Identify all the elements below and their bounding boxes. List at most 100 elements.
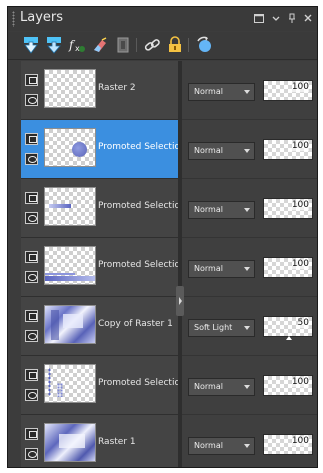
visibility-eye-icon[interactable] (25, 389, 38, 401)
layer-type-icon[interactable] (25, 192, 38, 204)
visibility-eye-icon[interactable] (25, 271, 38, 283)
visibility-eye-icon[interactable] (25, 212, 38, 224)
layer-row-main[interactable]: Promoted Selection (21, 238, 178, 297)
blend-mode-label: Soft Light (194, 323, 233, 332)
layer-row-main[interactable]: Raster 2 (21, 61, 178, 120)
opacity-slider[interactable]: 100 (263, 257, 313, 278)
layer-type-icon[interactable] (25, 428, 38, 440)
layer-row-main[interactable]: Promoted Selection (21, 356, 178, 415)
window-background: Layers fx Raster 2 Normal 100 Promoted S… (0, 0, 323, 473)
layer-type-icon[interactable] (25, 369, 38, 381)
link-icon[interactable] (143, 36, 161, 54)
chevron-down-icon (244, 208, 250, 212)
opacity-value: 100 (291, 436, 309, 446)
blend-mode-dropdown[interactable]: Soft Light (188, 319, 255, 337)
layer-icons (25, 133, 39, 167)
layer-controls: Soft Light 50 (182, 297, 317, 356)
blend-mode-label: Normal (194, 146, 223, 155)
toolbar-separator (136, 38, 137, 52)
layer-controls: Normal 100 (182, 238, 317, 297)
blend-mode-dropdown[interactable]: Normal (188, 437, 255, 455)
layers-list: Raster 2 Normal 100 Promoted Selection N… (8, 61, 317, 467)
blend-mode-label: Normal (194, 205, 223, 214)
layer-row[interactable]: Raster 2 Normal 100 (21, 61, 317, 120)
opacity-value: 100 (291, 82, 309, 92)
chevron-down-icon (244, 267, 250, 271)
layer-name: Copy of Raster 1 (98, 319, 173, 329)
drag-grip-icon[interactable] (12, 11, 15, 27)
layer-row[interactable]: Promoted Selection Normal 100 (21, 238, 317, 297)
blend-mode-dropdown[interactable]: Normal (188, 142, 255, 160)
layer-row[interactable]: Promoted Selection Normal 100 (21, 356, 317, 415)
opacity-slider[interactable]: 50 (263, 316, 313, 340)
blend-mode-dropdown[interactable]: Normal (188, 83, 255, 101)
layer-row-main[interactable]: Promoted Selection (21, 120, 178, 179)
layer-row[interactable]: Promoted Selection Normal 100 (21, 179, 317, 238)
layer-type-icon[interactable] (25, 251, 38, 263)
chevron-down-icon (244, 326, 250, 330)
layer-icons (25, 74, 39, 108)
layer-row-main[interactable]: Raster 1 (21, 415, 178, 467)
panel-title: Layers (20, 10, 64, 25)
close-icon[interactable] (302, 12, 314, 24)
layers-toolbar: fx (8, 32, 317, 60)
visibility-eye-icon[interactable] (25, 153, 38, 165)
layer-icons (25, 192, 39, 226)
layer-icons (25, 369, 39, 403)
layer-icons (25, 310, 39, 344)
layer-controls: Normal 100 (182, 179, 317, 238)
pin-icon[interactable] (286, 12, 298, 24)
eraser-icon[interactable] (91, 36, 109, 54)
layer-type-icon[interactable] (25, 133, 38, 145)
layer-thumbnail (44, 69, 96, 108)
blend-mode-dropdown[interactable]: Normal (188, 201, 255, 219)
opacity-slider[interactable]: 100 (263, 139, 313, 160)
opacity-value: 100 (291, 259, 309, 269)
layer-name: Promoted Selection (98, 260, 178, 270)
layer-icons (25, 428, 39, 462)
opacity-slider[interactable]: 100 (263, 434, 313, 455)
refresh-icon[interactable] (195, 36, 213, 54)
menu-dropdown-icon[interactable] (270, 12, 282, 24)
opacity-value: 100 (291, 200, 309, 210)
layer-thumbnail (44, 246, 96, 285)
opacity-slider[interactable]: 100 (263, 375, 313, 396)
blend-mode-dropdown[interactable]: Normal (188, 260, 255, 278)
layer-row[interactable]: Copy of Raster 1 Soft Light 50 (21, 297, 317, 356)
layer-thumbnail (44, 423, 96, 462)
blend-mode-label: Normal (194, 441, 223, 450)
chevron-down-icon (244, 444, 250, 448)
blend-mode-label: Normal (194, 87, 223, 96)
blend-mode-label: Normal (194, 382, 223, 391)
title-bar[interactable]: Layers (8, 7, 317, 31)
layer-controls: Normal 100 (182, 120, 317, 179)
layer-thumbnail (44, 305, 96, 344)
visibility-eye-icon[interactable] (25, 330, 38, 342)
visibility-eye-icon[interactable] (25, 448, 38, 460)
mask-icon[interactable] (114, 36, 132, 54)
layer-name: Raster 2 (98, 83, 136, 93)
blend-mode-dropdown[interactable]: Normal (188, 378, 255, 396)
column-splitter-handle[interactable] (176, 286, 184, 316)
layer-name: Promoted Selection (98, 201, 178, 211)
maximize-icon[interactable] (253, 12, 265, 24)
layer-thumbnail (44, 187, 96, 226)
layer-row[interactable]: Raster 1 Normal 100 (21, 415, 317, 467)
layer-row-main[interactable]: Copy of Raster 1 (21, 297, 178, 356)
chevron-down-icon (244, 149, 250, 153)
opacity-value: 50 (297, 318, 309, 328)
layer-type-icon[interactable] (25, 310, 38, 322)
layer-row-selected[interactable]: Promoted Selection Normal 100 (21, 120, 317, 179)
new-vector-layer-icon[interactable] (45, 36, 63, 54)
lock-icon[interactable] (166, 36, 184, 54)
layer-controls: Normal 100 (182, 61, 317, 120)
fx-effects-icon[interactable]: fx (68, 36, 86, 54)
blend-mode-label: Normal (194, 264, 223, 273)
layer-row-main[interactable]: Promoted Selection (21, 179, 178, 238)
opacity-slider[interactable]: 100 (263, 80, 313, 101)
layer-type-icon[interactable] (25, 74, 38, 86)
opacity-slider[interactable]: 100 (263, 198, 313, 219)
opacity-marker[interactable] (286, 336, 292, 340)
new-raster-layer-icon[interactable] (22, 36, 40, 54)
visibility-eye-icon[interactable] (25, 94, 38, 106)
